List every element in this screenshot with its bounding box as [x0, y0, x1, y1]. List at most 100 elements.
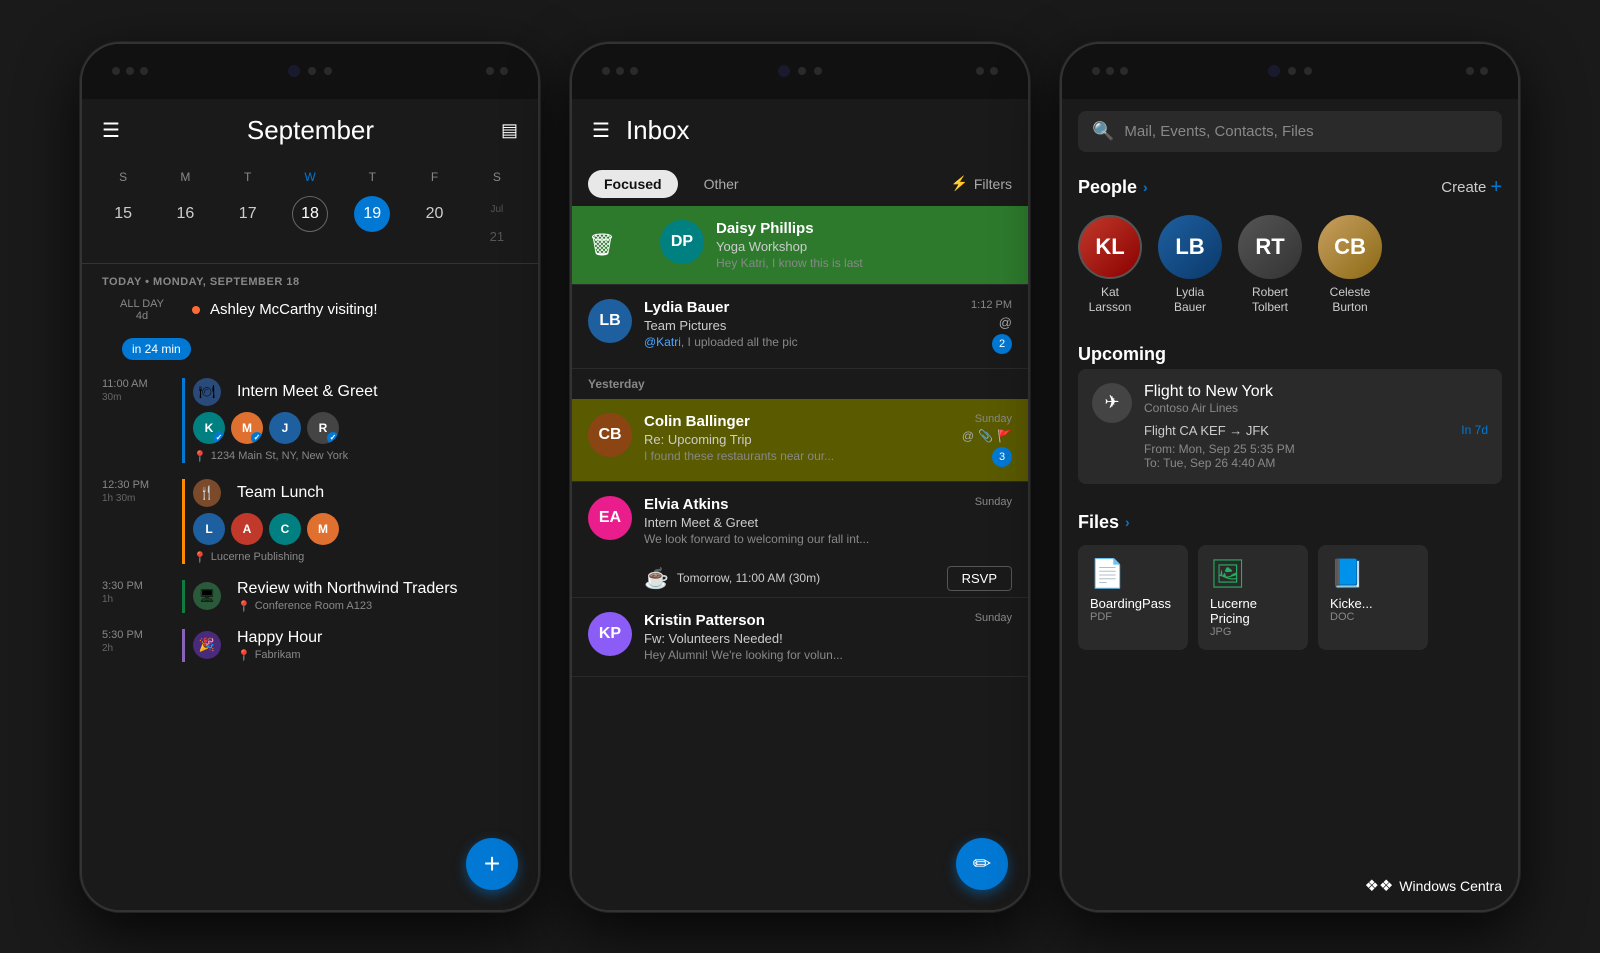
file-name-boardingpass: BoardingPass: [1090, 596, 1176, 611]
filters-button[interactable]: ⚡ Filters: [950, 175, 1012, 192]
name-robert: RobertTolbert: [1252, 285, 1288, 316]
filters-label: Filters: [974, 176, 1012, 192]
subject-kristin: Fw: Volunteers Needed!: [644, 631, 963, 646]
event-happy-hour[interactable]: 5:30 PM 2h 🎉 Happy Hour 📍 Fabrikam: [82, 621, 538, 670]
people-row: KL KatLarsson LB LydiaBauer RT RobertTol…: [1062, 207, 1518, 324]
camera-dot: [288, 65, 300, 77]
avatar3: J: [269, 412, 301, 444]
event4-title: Happy Hour: [237, 629, 322, 647]
person-kat[interactable]: KL KatLarsson: [1078, 215, 1142, 316]
file-lucerne[interactable]: 🖼 Lucerne Pricing JPG: [1198, 545, 1308, 650]
date-16[interactable]: 16: [167, 196, 203, 232]
inbox-fab[interactable]: ✏: [956, 838, 1008, 890]
preview-elvia: We look forward to welcoming our fall in…: [644, 532, 963, 546]
file-name-kicke: Kicke...: [1330, 596, 1416, 611]
hamburger-icon[interactable]: ☰: [102, 118, 120, 143]
name-celeste: CelesteBurton: [1330, 285, 1371, 316]
date-21[interactable]: 21: [479, 219, 515, 255]
event1-details: 🍽 Intern Meet & Greet K ✓ M ✓: [182, 378, 518, 463]
email-lydia[interactable]: LB Lydia Bauer Team Pictures @Katri, I u…: [572, 285, 1028, 369]
calendar-divider: [82, 263, 538, 264]
avatar-kristin: KP: [588, 612, 632, 656]
flag-icon-colin: 🚩: [997, 429, 1012, 443]
date-17[interactable]: 17: [230, 196, 266, 232]
event1-location-text: 1234 Main St, NY, New York: [211, 450, 348, 462]
dot14: [1466, 67, 1474, 75]
person-robert[interactable]: RT RobertTolbert: [1238, 215, 1302, 316]
flight-from: From: Mon, Sep 25 5:35 PM: [1144, 442, 1488, 456]
rsvp-button[interactable]: RSVP: [947, 566, 1012, 591]
phone2-top-center: [778, 65, 822, 77]
calendar-fab[interactable]: +: [466, 838, 518, 890]
event2-location: 📍 Lucerne Publishing: [193, 551, 518, 564]
email-kristin-meta: Sunday: [975, 612, 1012, 662]
event2-time-col: 12:30 PM 1h 30m: [102, 479, 182, 504]
people-title[interactable]: People ›: [1078, 177, 1148, 198]
email-colin[interactable]: CB Colin Ballinger Re: Upcoming Trip I f…: [572, 399, 1028, 482]
time-lydia: 1:12 PM: [971, 299, 1012, 311]
event-team-lunch[interactable]: 12:30 PM 1h 30m 🍴 Team Lunch L A C M: [82, 471, 538, 572]
create-label: Create: [1441, 179, 1486, 196]
date-15[interactable]: 15: [105, 196, 141, 232]
day-m: M: [154, 166, 216, 188]
phone2-dots-right: [976, 67, 998, 75]
event3-text: Review with Northwind Traders 📍 Conferen…: [237, 580, 458, 613]
allday-event[interactable]: ALL DAY 4d Ashley McCarthy visiting!: [82, 292, 538, 328]
avatar-lydia: LB: [588, 299, 632, 343]
email-daisy[interactable]: 🗑 DP Daisy Phillips Yoga Workshop Hey Ka…: [572, 206, 1028, 285]
subject-lydia: Team Pictures: [644, 318, 959, 333]
flight-card[interactable]: ✈ Flight to New York Contoso Air Lines F…: [1078, 369, 1502, 484]
at-icon-colin: @: [962, 429, 974, 443]
date-18[interactable]: 18: [292, 196, 328, 232]
event4-details: 🎉 Happy Hour 📍 Fabrikam: [182, 629, 518, 662]
person-lydia[interactable]: LB LydiaBauer: [1158, 215, 1222, 316]
sender-kristin: Kristin Patterson: [644, 612, 963, 629]
create-plus-icon: +: [1490, 176, 1502, 199]
dot2: [126, 67, 134, 75]
calendar-week-row: 15 16 17 18 19 20 Jul 21: [82, 192, 538, 259]
phone3-dots-left: [1092, 67, 1128, 75]
phone2-top-bar: [572, 44, 1028, 99]
file-boardingpass[interactable]: 📄 BoardingPass PDF: [1078, 545, 1188, 650]
person-celeste[interactable]: CB CelesteBurton: [1318, 215, 1382, 316]
event3-icon: 🖥: [193, 582, 221, 610]
inbox-title: Inbox: [626, 115, 690, 146]
files-title[interactable]: Files ›: [1078, 512, 1130, 533]
email-kristin-content: Kristin Patterson Fw: Volunteers Needed!…: [644, 612, 963, 662]
tab-focused[interactable]: Focused: [588, 170, 678, 198]
upcoming-header: Upcoming: [1062, 332, 1518, 369]
date-20[interactable]: 20: [417, 196, 453, 232]
dot8: [630, 67, 638, 75]
email-elvia[interactable]: EA Elvia Atkins Intern Meet & Greet We l…: [572, 482, 1028, 560]
speaker-dot2: [798, 67, 806, 75]
files-section: Files › 📄 BoardingPass PDF 🖼 Lucerne Pri…: [1062, 500, 1518, 658]
sensor-dot2: [814, 67, 822, 75]
date-19-selected[interactable]: 19: [354, 196, 390, 232]
wc-text: Windows Centra: [1399, 878, 1502, 894]
email-kristin[interactable]: KP Kristin Patterson Fw: Volunteers Need…: [572, 598, 1028, 677]
create-button[interactable]: Create +: [1441, 176, 1502, 199]
files-title-text: Files: [1078, 512, 1119, 533]
files-row: 📄 BoardingPass PDF 🖼 Lucerne Pricing JPG…: [1062, 537, 1518, 658]
camera-dot3: [1268, 65, 1280, 77]
calendar-grid-icon[interactable]: ▤: [501, 120, 518, 141]
dot13: [1120, 67, 1128, 75]
dot15: [1480, 67, 1488, 75]
event-northwind[interactable]: 3:30 PM 1h 🖥 Review with Northwind Trade…: [82, 572, 538, 621]
event1-icon: 🍽: [193, 378, 221, 406]
phone2-dots-left: [602, 67, 638, 75]
event1-title: Intern Meet & Greet: [237, 383, 378, 401]
phone1-content: ☰ September ▤ S M T W T F S 15 16 17 18 …: [82, 99, 538, 910]
tab-other[interactable]: Other: [688, 170, 755, 198]
event4-text: Happy Hour 📍 Fabrikam: [237, 629, 322, 662]
bolt-icon: ⚡: [950, 175, 967, 192]
email-colin-meta: Sunday @ 📎 🚩 3: [962, 413, 1012, 467]
file-kicke[interactable]: 📘 Kicke... DOC: [1318, 545, 1428, 650]
event3-time: 3:30 PM: [102, 580, 182, 592]
day-s1: S: [92, 166, 154, 188]
search-placeholder: Mail, Events, Contacts, Files: [1124, 123, 1313, 140]
search-bar[interactable]: 🔍 Mail, Events, Contacts, Files: [1078, 111, 1502, 152]
event-intern-meet[interactable]: 11:00 AM 30m 🍽 Intern Meet & Greet K: [82, 370, 538, 471]
flight-route-row: Flight CA KEF → JFK In 7d: [1144, 423, 1488, 438]
inbox-hamburger-icon[interactable]: ☰: [592, 118, 610, 143]
